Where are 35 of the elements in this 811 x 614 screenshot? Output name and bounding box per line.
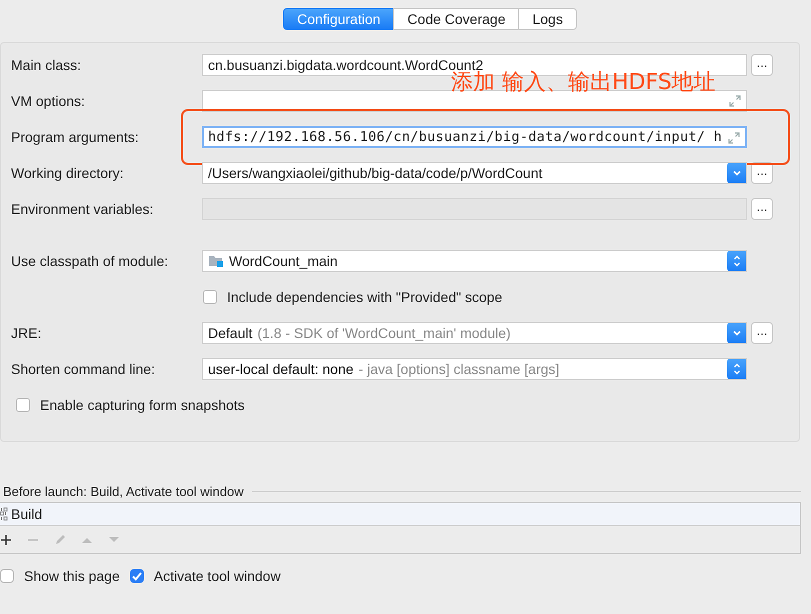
stepper-arrows-icon[interactable] bbox=[727, 359, 746, 379]
checkbox-label: Show this page bbox=[24, 568, 120, 584]
field-label: Shorten command line: bbox=[10, 361, 156, 377]
tab[interactable]: Logs bbox=[518, 8, 577, 30]
field-label: JRE: bbox=[10, 325, 42, 341]
field-label: Environment variables: bbox=[10, 201, 154, 217]
checkbox[interactable] bbox=[0, 569, 14, 583]
checkbox-label: Include dependencies with "Provided" scope bbox=[227, 289, 502, 305]
add-icon[interactable] bbox=[0, 534, 12, 546]
checkbox[interactable] bbox=[203, 290, 217, 304]
field-label: Main class: bbox=[10, 57, 82, 73]
field-label: Program arguments: bbox=[10, 129, 140, 145]
dropdown[interactable]: Default (1.8 - SDK of 'WordCount_main' module) bbox=[202, 322, 747, 344]
task-item[interactable]: Build bbox=[0, 503, 800, 526]
dropdown[interactable]: /Users/wangxiaolei/github/big-data/code/p/WordCount bbox=[202, 162, 747, 184]
browse-button[interactable]: ... bbox=[751, 54, 773, 76]
field-label: VM options: bbox=[10, 93, 86, 109]
dropdown[interactable]: user-local default: none - java [options] classname [args] bbox=[202, 358, 747, 380]
checkbox-label: Enable capturing form snapshots bbox=[40, 397, 245, 413]
dropdown[interactable]: WordCount_main bbox=[202, 250, 747, 272]
browse-button[interactable]: ... bbox=[751, 322, 773, 344]
tab[interactable]: Code Coverage bbox=[393, 8, 520, 30]
field-label: Working directory: bbox=[10, 165, 125, 181]
checkbox-label: Activate tool window bbox=[154, 568, 281, 584]
checkbox[interactable] bbox=[130, 569, 144, 583]
section-title: Before launch: Build, Activate tool window bbox=[3, 484, 244, 498]
expand-icon[interactable] bbox=[727, 131, 741, 145]
checkbox[interactable] bbox=[16, 398, 30, 412]
stepper-arrows-icon[interactable] bbox=[727, 251, 746, 271]
browse-button[interactable]: ... bbox=[751, 162, 773, 184]
expand-icon[interactable] bbox=[728, 94, 742, 108]
text-field[interactable]: hdfs://192.168.56.106/cn/busuanzi/big-data/wordcount/input/ h bbox=[202, 126, 747, 148]
module-folder-icon bbox=[208, 254, 224, 268]
binary-icon bbox=[0, 507, 8, 521]
field-label: Use classpath of module: bbox=[10, 253, 170, 269]
